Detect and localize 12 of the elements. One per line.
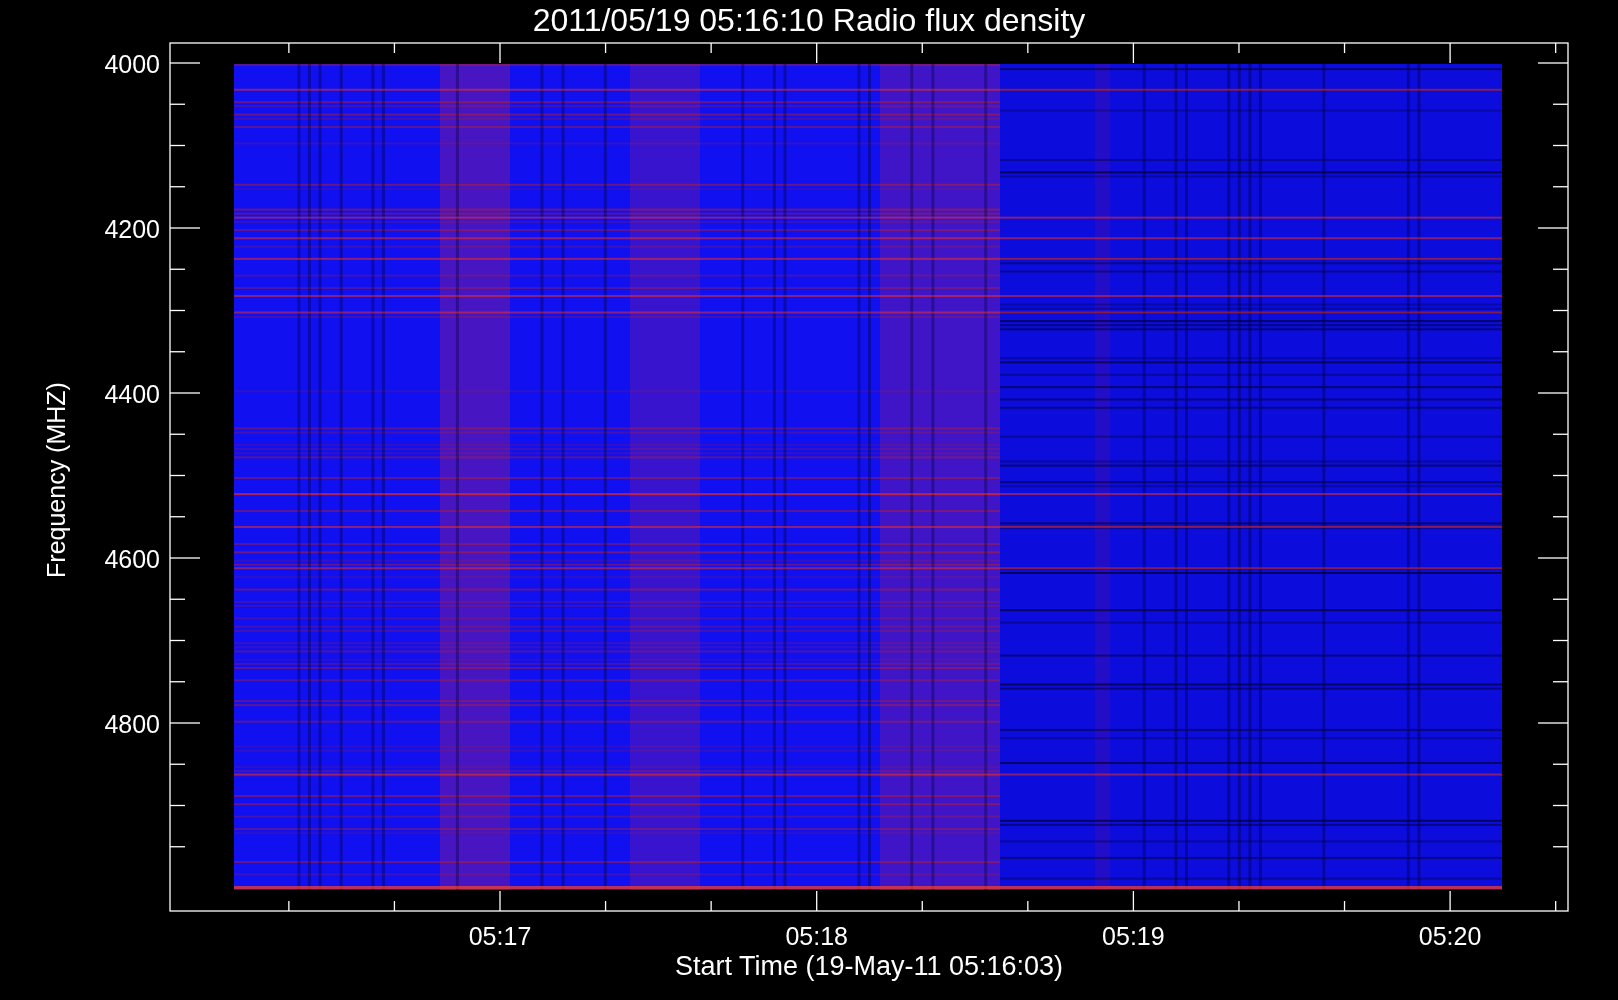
x-tick-label: 05:20 (1418, 922, 1482, 950)
y-tick-label: 4800 (104, 710, 160, 738)
x-tick-label: 05:17 (468, 922, 532, 950)
y-tick-label: 4000 (104, 50, 160, 78)
y-axis-label: Frequency (MHZ) (42, 382, 70, 578)
y-tick-label: 4400 (104, 380, 160, 408)
x-tick-label: 05:19 (1102, 922, 1165, 950)
y-tick-label: 4200 (104, 215, 160, 243)
x-tick-label: 05:18 (785, 922, 848, 950)
y-tick-label: 4600 (104, 545, 160, 573)
chart-title: 2011/05/19 05:16:10 Radio flux density (532, 2, 1086, 38)
x-axis-label: Start Time (19-May-11 05:16:03) (674, 951, 1064, 981)
